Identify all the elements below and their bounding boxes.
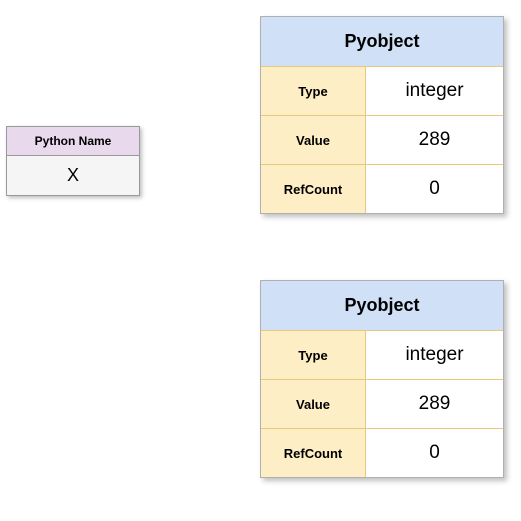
refcount-value: 0 [366,165,503,213]
python-name-box: Python Name X [6,126,140,196]
pyobject-box-1: Pyobject Type integer Value 289 RefCount… [260,16,504,214]
type-label: Type [261,67,366,115]
value-label: Value [261,116,366,164]
python-name-header: Python Name [6,126,140,156]
value-value: 289 [366,380,503,428]
refcount-value: 0 [366,429,503,477]
pyobject-refcount-row: RefCount 0 [261,428,503,477]
pyobject-type-row: Type integer [261,331,503,379]
type-label: Type [261,331,366,379]
value-label: Value [261,380,366,428]
value-value: 289 [366,116,503,164]
pyobject-type-row: Type integer [261,67,503,115]
type-value: integer [366,331,503,379]
pyobject-value-row: Value 289 [261,115,503,164]
pyobject-box-2: Pyobject Type integer Value 289 RefCount… [260,280,504,478]
pyobject-refcount-row: RefCount 0 [261,164,503,213]
type-value: integer [366,67,503,115]
python-name-value: X [6,156,140,196]
pyobject-title: Pyobject [261,281,503,331]
pyobject-title: Pyobject [261,17,503,67]
refcount-label: RefCount [261,165,366,213]
refcount-label: RefCount [261,429,366,477]
pyobject-value-row: Value 289 [261,379,503,428]
